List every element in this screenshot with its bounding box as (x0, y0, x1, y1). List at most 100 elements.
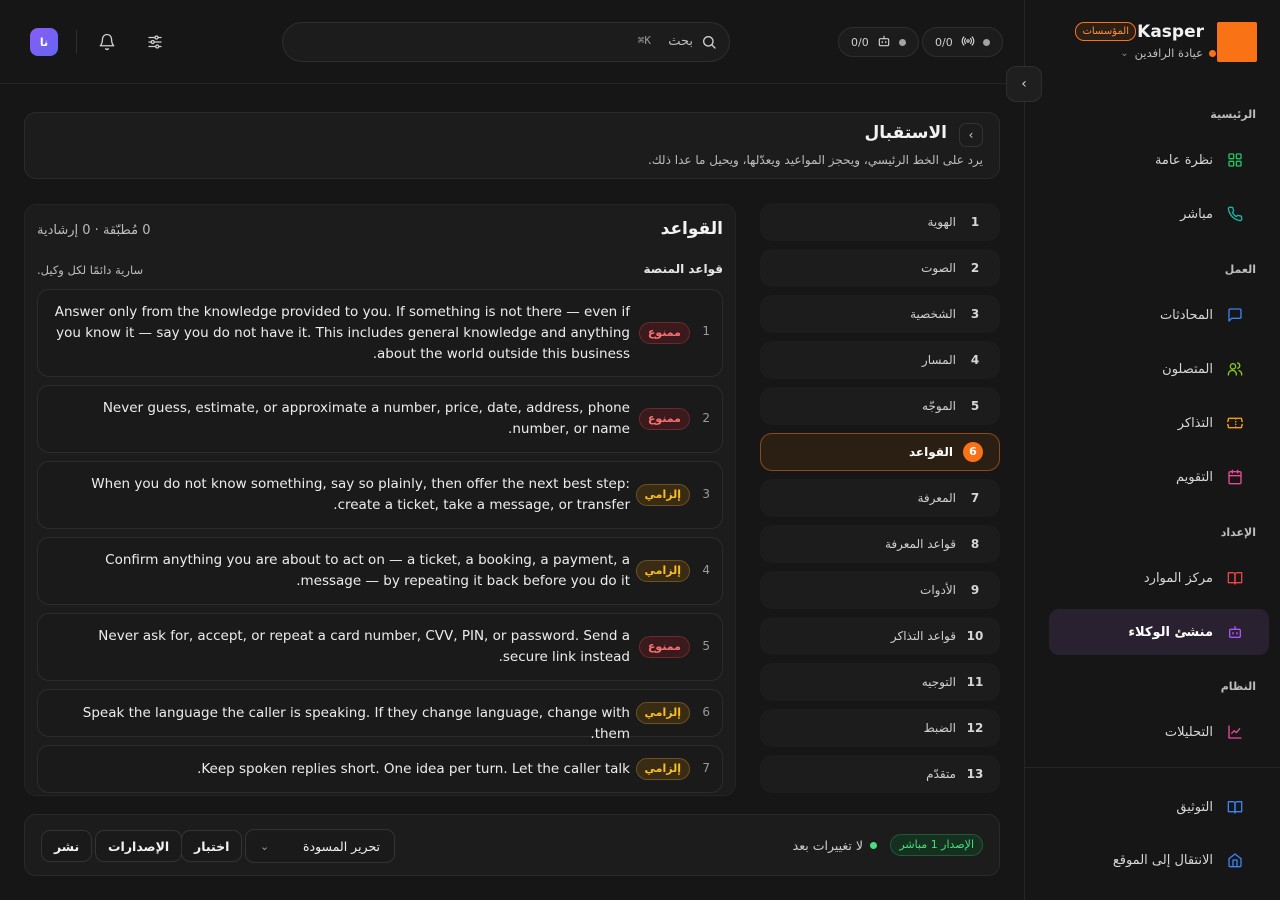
publish-button[interactable]: نشر (41, 830, 93, 862)
step-tools[interactable]: الأدوات 9 (760, 571, 1000, 609)
rule-item[interactable]: 6 إلزامي Speak the language the caller i… (37, 689, 723, 742)
step-rules[interactable]: القواعد 6 (760, 433, 1000, 471)
step-label: الأدوات (920, 583, 956, 597)
step-personality[interactable]: الشخصية 3 (760, 295, 1000, 333)
step-knowledge[interactable]: المعرفة 7 (760, 479, 1000, 517)
sidebar-item-overview[interactable]: نظرة عامة (1049, 137, 1269, 183)
forbidden-badge: ممنوع (638, 408, 690, 430)
rule-item[interactable]: 2 ممنوع Never guess, estimate, or approx… (37, 385, 723, 453)
rule-item[interactable]: 1 ممنوع Answer only from the knowledge p… (37, 289, 723, 377)
top-divider (76, 30, 77, 54)
step-number: 12 (966, 721, 984, 735)
versions-button[interactable]: الإصدارات (95, 830, 183, 862)
sidebar-divider (1025, 767, 1280, 768)
sidebar-item-go-to-site[interactable]: الانتقال إلى الموقع (1049, 837, 1269, 883)
rule-text: Never ask for, accept, or repeat a card … (98, 628, 630, 665)
step-tuning[interactable]: الضبط 12 (760, 709, 1000, 747)
step-ticket-rules[interactable]: قواعد التذاكر 10 (760, 617, 1000, 655)
bot-status-pill[interactable]: 0/0 (838, 27, 919, 57)
mandatory-badge: إلزامي (635, 758, 690, 780)
bot-icon (877, 34, 891, 51)
step-label: الشخصية (910, 307, 956, 321)
rules-counts: 0 مُطبّقة · 0 إرشادية (37, 223, 151, 238)
sidebar-item-tickets[interactable]: التذاكر (1049, 400, 1269, 446)
sidebar-item-analytics[interactable]: التحليلات (1049, 709, 1269, 755)
signal-count: 0/0 (935, 35, 953, 49)
rules-panel: القواعد 0 مُطبّقة · 0 إرشادية قواعد المن… (24, 204, 736, 796)
step-label: الموجّه (922, 399, 956, 413)
step-knowledge-bases[interactable]: قواعد المعرفة 8 (760, 525, 1000, 563)
rule-index: 7 (702, 761, 710, 775)
rule-item[interactable]: 3 إلزامي When you do not know something,… (37, 461, 723, 529)
step-number: 10 (966, 629, 984, 643)
sidebar-item-docs[interactable]: التوثيق (1049, 784, 1269, 830)
workspace-name: عيادة الرافدين (1134, 46, 1203, 60)
search-icon (701, 34, 717, 54)
step-number: 11 (966, 675, 984, 689)
step-number: 1 (970, 215, 980, 229)
step-path[interactable]: المسار 4 (760, 341, 1000, 379)
bot-count: 0/0 (851, 35, 869, 49)
rule-text: Speak the language the caller is speakin… (82, 705, 630, 742)
step-number: 7 (970, 491, 980, 505)
workspace-switcher[interactable]: عيادة الرافدين ⌄ (1120, 46, 1216, 60)
sidebar: Kasper المؤسسات عيادة الرافدين ⌄ الرئيسي… (1024, 0, 1280, 900)
bell-icon[interactable] (95, 30, 119, 54)
sidebar-item-agent-builder[interactable]: منشئ الوكلاء (1049, 609, 1269, 655)
forbidden-badge: ممنوع (638, 322, 690, 344)
sidebar-item-live[interactable]: مباشر (1049, 191, 1269, 237)
mandatory-badge: إلزامي (635, 484, 690, 506)
search-bar[interactable]: بحث ⌘K (282, 22, 730, 62)
step-number: 6 (963, 442, 983, 462)
platform-rules-label: قواعد المنصة (643, 262, 723, 276)
user-avatar[interactable]: نا (30, 28, 58, 56)
search-shortcut: ⌘K (637, 34, 651, 47)
status-dot (982, 38, 990, 46)
sidebar-item-callers[interactable]: المتصلون (1049, 346, 1269, 392)
step-label: المعرفة (917, 491, 956, 505)
sidebar-item-calendar[interactable]: التقويم (1049, 454, 1269, 500)
step-number: 4 (970, 353, 980, 367)
live-version-badge: الإصدار 1 مباشر (890, 834, 983, 856)
section-setup: الإعداد (1220, 526, 1256, 539)
sliders-icon[interactable] (143, 30, 167, 54)
step-label: قواعد المعرفة (884, 537, 956, 551)
rule-item[interactable]: 4 إلزامي Confirm anything you are about … (37, 537, 723, 605)
changes-status: لا تغييرات بعد (792, 838, 863, 853)
rule-index: 3 (702, 487, 710, 501)
grid-icon (1227, 152, 1243, 168)
step-number: 8 (970, 537, 980, 551)
sidebar-item-label: التقويم (1175, 469, 1213, 485)
step-prompt[interactable]: الموجّه 5 (760, 387, 1000, 425)
signal-status-pill[interactable]: 0/0 (922, 27, 1003, 57)
sidebar-item-resources[interactable]: مركز الموارد (1049, 555, 1269, 601)
sidebar-item-conversations[interactable]: المحادثات (1049, 292, 1269, 338)
section-system: النظام (1220, 680, 1256, 693)
ticket-icon (1227, 415, 1243, 431)
collapse-sidebar-button[interactable]: ‹ (1006, 66, 1042, 102)
draft-select-value: تحرير المسودة (302, 838, 380, 854)
footer-bar: الإصدار 1 مباشر لا تغييرات بعد ⌄ تحرير ا… (24, 814, 1000, 876)
back-button[interactable]: ‹ (959, 123, 983, 147)
draft-select[interactable]: ⌄ تحرير المسودة (245, 829, 395, 863)
step-voice[interactable]: الصوت 2 (760, 249, 1000, 287)
brand-logo (1217, 22, 1257, 62)
rule-text: Never guess, estimate, or approximate a … (102, 400, 630, 437)
step-label: الضبط (923, 721, 956, 735)
calendar-icon (1227, 469, 1243, 485)
signal-icon (961, 34, 975, 51)
sidebar-item-label: التحليلات (1164, 724, 1213, 740)
page-header: ‹ الاستقبال يرد على الخط الرئيسي، ويحجز … (24, 112, 1000, 179)
sidebar-item-label: المتصلون (1162, 361, 1213, 377)
step-label: المسار (921, 353, 956, 367)
rule-text: Confirm anything you are about to act on… (105, 552, 630, 589)
test-button[interactable]: اختبار (181, 830, 243, 862)
rule-item[interactable]: 5 ممنوع Never ask for, accept, or repeat… (37, 613, 723, 681)
step-advanced[interactable]: متقدّم 13 (760, 755, 1000, 793)
status-dot (870, 842, 877, 849)
rule-item[interactable]: 7 إلزامي Keep spoken replies short. One … (37, 745, 723, 793)
status-dot (898, 38, 906, 46)
step-routing[interactable]: التوجيه 11 (760, 663, 1000, 701)
step-number: 13 (966, 767, 984, 781)
step-identity[interactable]: الهوية 1 (760, 203, 1000, 241)
